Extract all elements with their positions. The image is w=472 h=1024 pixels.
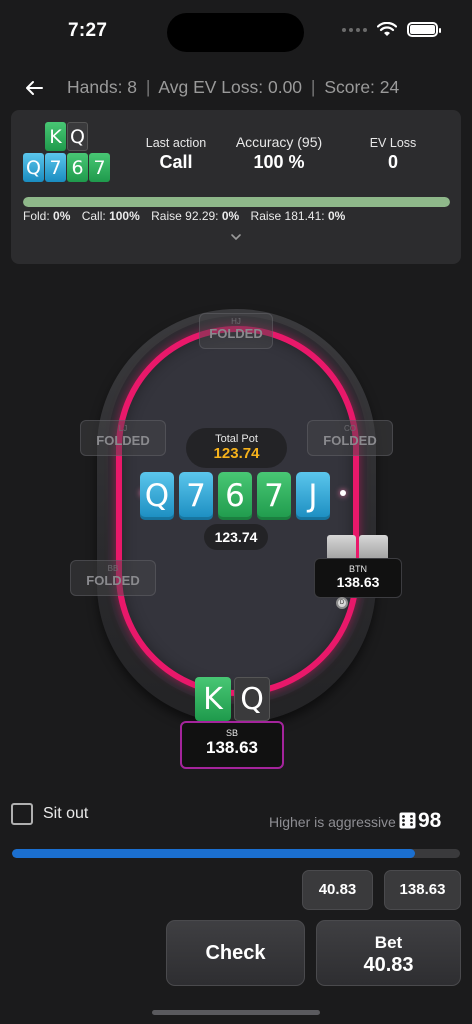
bet-button-label: Bet: [374, 933, 403, 952]
board-card-turn: 7: [257, 472, 291, 520]
hero-card-1: K: [45, 122, 66, 151]
board-card-flop-1: Q: [140, 472, 174, 520]
accuracy-value: 100 %: [253, 152, 305, 172]
freq-fold-value: 0%: [53, 209, 71, 223]
aggression-hint: Higher is aggressive: [269, 814, 396, 830]
bet-size-slider[interactable]: [12, 849, 460, 858]
board-card-3: 6: [67, 153, 88, 182]
seat-hero-sb: SB 138.63: [180, 721, 284, 769]
dynamic-island: [167, 13, 304, 52]
dealer-button-icon: D: [336, 597, 348, 609]
sit-out-label[interactable]: Sit out: [43, 805, 88, 823]
community-cards: Q 7 6 7 J: [140, 472, 330, 520]
total-pot: Total Pot 123.74: [186, 428, 287, 468]
last-action-label: Last action: [145, 136, 207, 150]
seat-btn: BTN 138.63: [314, 558, 402, 598]
board-card-2: 7: [45, 153, 66, 182]
avg-ev-loss: Avg EV Loss: 0.00: [158, 77, 303, 97]
score: Score: 24: [324, 77, 400, 97]
separator: |: [310, 77, 316, 97]
seat-hj: HJ FOLDED: [199, 313, 273, 349]
total-pot-value: 123.74: [213, 445, 260, 462]
hero-card-2: Q: [67, 122, 88, 151]
freq-raise2-label: Raise 181.41:: [250, 209, 325, 223]
hero-card-2: Q: [234, 677, 270, 721]
rail-light-right: [340, 490, 346, 496]
bet-preset-button-2[interactable]: 138.63: [384, 870, 461, 910]
seat-position: SB: [225, 728, 238, 738]
check-button[interactable]: Check: [166, 920, 305, 986]
aggression-value: 98: [418, 809, 442, 832]
freq-raise1-value: 0%: [221, 209, 240, 223]
session-stats: Hands: 8 | Avg EV Loss: 0.00 | Score: 24: [67, 77, 399, 98]
seat-status: FOLDED: [96, 433, 150, 448]
accuracy-block: Accuracy (95) 100 %: [223, 134, 335, 173]
wifi-icon: [377, 22, 397, 36]
bet-preset-button-1[interactable]: 40.83: [302, 870, 373, 910]
battery-icon: [407, 22, 441, 37]
freq-fold-label: Fold:: [23, 209, 50, 223]
ev-loss-label: EV Loss: [369, 136, 417, 150]
seat-status: FOLDED: [209, 326, 263, 341]
seat-position: BB: [107, 564, 119, 573]
sit-out-checkbox[interactable]: [11, 803, 33, 825]
dice-icon[interactable]: [399, 812, 416, 829]
last-action-value: Call: [159, 152, 193, 172]
board-card-river: J: [296, 472, 330, 520]
status-time: 7:27: [68, 20, 108, 41]
ev-loss-block: EV Loss 0: [353, 136, 433, 173]
hand-summary-panel[interactable]: K Q Q 7 6 7 Last action Call Accuracy (9…: [11, 110, 461, 264]
board-card-1: Q: [23, 153, 44, 182]
strategy-progress-fill: [23, 197, 450, 207]
seat-status: FOLDED: [86, 573, 140, 588]
separator: |: [145, 77, 151, 97]
bet-button-amount: 40.83: [363, 954, 414, 976]
strategy-progress-bar: [23, 197, 450, 207]
seat-stack: 138.63: [336, 574, 380, 590]
seat-bb: BB FOLDED: [70, 560, 156, 596]
board-card-flop-3: 6: [218, 472, 252, 520]
freq-raise1-label: Raise 92.29:: [151, 209, 219, 223]
seat-position: HJ: [231, 317, 241, 326]
last-action-block: Last action Call: [131, 136, 221, 173]
freq-call-value: 100%: [109, 209, 140, 223]
seat-lj: LJ FOLDED: [80, 420, 166, 456]
chevron-down-icon[interactable]: [229, 230, 243, 244]
bet-size-slider-fill[interactable]: [12, 849, 416, 858]
seat-position: CO: [344, 424, 356, 433]
back-arrow-icon[interactable]: [22, 76, 46, 100]
seat-position: BTN: [349, 564, 367, 574]
seat-status: FOLDED: [323, 433, 377, 448]
board-card-4: 7: [89, 153, 110, 182]
action-frequencies: Fold: 0% Call: 100% Raise 92.29: 0% Rais…: [23, 209, 345, 223]
status-icons: [342, 22, 441, 37]
seat-position: LJ: [118, 424, 128, 433]
ev-loss-value: 0: [387, 152, 398, 172]
hand-mini-cards: K Q Q 7 6 7: [23, 122, 113, 184]
seat-co: CO FOLDED: [307, 420, 393, 456]
hero-hole-cards: K Q: [195, 677, 270, 721]
home-indicator: [152, 1010, 320, 1015]
seat-stack: 138.63: [206, 738, 258, 757]
hero-card-1: K: [195, 677, 231, 721]
pot-amount-chip: 123.74: [204, 524, 268, 550]
freq-raise2-value: 0%: [327, 209, 346, 223]
hands-count: Hands: 8: [67, 77, 138, 97]
freq-call-label: Call:: [81, 209, 106, 223]
accuracy-label: Accuracy (95): [235, 134, 323, 150]
bet-button[interactable]: Bet 40.83: [316, 920, 461, 986]
board-card-flop-2: 7: [179, 472, 213, 520]
total-pot-label: Total Pot: [215, 433, 258, 445]
signal-icon: [342, 27, 367, 32]
